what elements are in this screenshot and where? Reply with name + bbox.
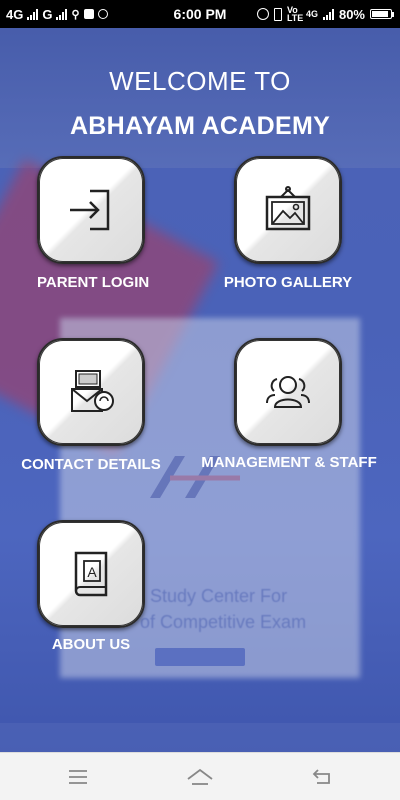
back-button[interactable] xyxy=(310,765,334,789)
book-icon: A xyxy=(74,551,108,597)
status-right: Vo LTE 4G 80% xyxy=(256,5,394,23)
home-icon xyxy=(187,768,213,785)
about-us-button[interactable]: A xyxy=(37,520,145,628)
background-top xyxy=(0,28,400,168)
battery-icon xyxy=(370,9,394,19)
network-type-2: G xyxy=(42,6,53,22)
management-staff-label[interactable]: MANAGEMENT & STAFF xyxy=(200,454,378,471)
back-icon xyxy=(312,769,330,784)
parent-login-label[interactable]: PARENT LOGIN xyxy=(37,274,149,291)
background-tagline-1: Study Center For xyxy=(150,586,288,606)
network-type-3: 4G xyxy=(305,9,318,19)
signal-icon-2 xyxy=(56,8,68,20)
group-people-icon xyxy=(266,376,310,408)
academy-title: ABHAYAM ACADEMY xyxy=(69,112,331,140)
status-bar: 4G G ⚲ 6:00 PM Vo LTE 4G 80% xyxy=(0,0,400,28)
signal-icon-3 xyxy=(322,8,334,20)
parent-login-button[interactable] xyxy=(37,156,145,264)
background-tagline: Study Center For of Competitive Exam xyxy=(140,583,306,635)
usb-icon: ⚲ xyxy=(71,8,80,21)
network-type-1: 4G xyxy=(6,6,24,22)
contact-details-button[interactable] xyxy=(37,338,145,446)
vibrate-icon xyxy=(273,7,282,21)
home-button[interactable] xyxy=(186,765,214,789)
menu-icon xyxy=(69,770,87,784)
photo-gallery-label[interactable]: PHOTO GALLERY xyxy=(219,274,357,291)
svg-text:A: A xyxy=(87,564,97,580)
status-left: 4G G ⚲ xyxy=(6,7,156,22)
notification-icon xyxy=(83,9,94,19)
background-button xyxy=(155,648,245,666)
menu-button[interactable] xyxy=(66,765,90,789)
battery-percent: 80% xyxy=(338,6,365,22)
main-screen: Study Center For of Competitive Exam WEL… xyxy=(0,28,400,752)
signal-icon xyxy=(27,8,39,20)
about-us-label[interactable]: ABOUT US xyxy=(37,636,145,653)
login-arrow-icon xyxy=(70,189,110,231)
background-footer xyxy=(0,723,400,752)
welcome-heading: WELCOME TO xyxy=(109,66,291,96)
alarm-icon xyxy=(256,8,269,20)
volte-label: Vo LTE xyxy=(286,5,304,23)
picture-frame-icon xyxy=(265,186,311,231)
navigation-bar xyxy=(0,752,400,800)
background-tagline-2: of Competitive Exam xyxy=(140,612,307,632)
photo-gallery-button[interactable] xyxy=(234,156,342,264)
contact-details-label[interactable]: CONTACT DETAILS xyxy=(20,456,162,473)
whatsapp-icon xyxy=(97,9,108,19)
contact-mail-icon xyxy=(71,370,114,412)
management-staff-button[interactable] xyxy=(234,338,342,446)
